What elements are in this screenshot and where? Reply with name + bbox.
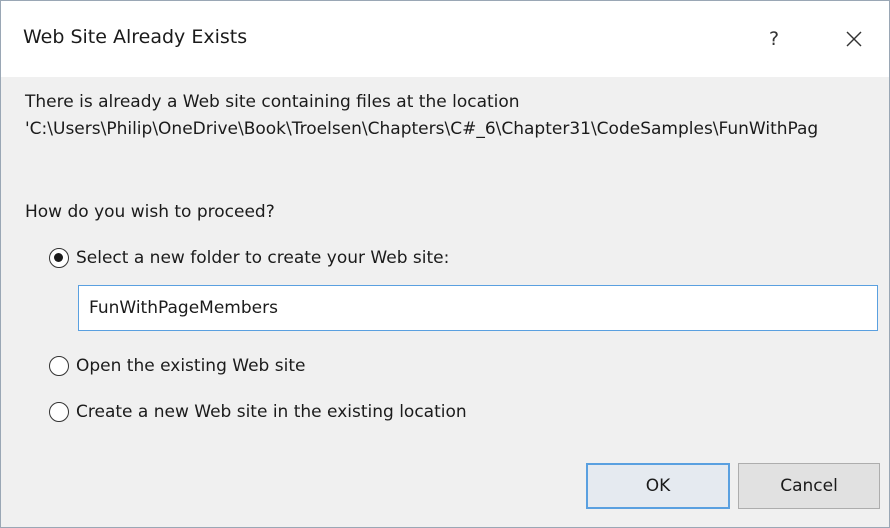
option-new-folder-label: Select a new folder to create your Web s… xyxy=(76,248,450,268)
message-line-1: There is already a Web site containing f… xyxy=(25,92,520,112)
option-create-in-existing-location-label: Create a new Web site in the existing lo… xyxy=(76,402,467,422)
radio-selected-icon[interactable] xyxy=(49,248,69,268)
message-path: 'C:\Users\Philip\OneDrive\Book\Troelsen\… xyxy=(25,119,819,139)
dialog-title: Web Site Already Exists xyxy=(23,26,248,48)
help-button[interactable]: ? xyxy=(749,15,799,63)
option-open-existing[interactable]: Open the existing Web site xyxy=(49,354,305,378)
close-icon xyxy=(846,31,862,47)
option-create-in-existing-location[interactable]: Create a new Web site in the existing lo… xyxy=(49,400,467,424)
radio-unselected-icon[interactable] xyxy=(49,356,69,376)
proceed-question: How do you wish to proceed? xyxy=(25,202,275,222)
web-site-exists-dialog: Web Site Already Exists ? There is alrea… xyxy=(0,0,890,528)
radio-unselected-icon[interactable] xyxy=(49,402,69,422)
option-new-folder[interactable]: Select a new folder to create your Web s… xyxy=(49,246,449,270)
option-open-existing-label: Open the existing Web site xyxy=(76,356,306,376)
ok-button[interactable]: OK xyxy=(586,463,730,509)
folder-name-input[interactable] xyxy=(78,285,878,331)
cancel-button[interactable]: Cancel xyxy=(738,463,880,509)
close-button[interactable] xyxy=(829,15,879,63)
title-bar: Web Site Already Exists ? xyxy=(1,1,889,77)
